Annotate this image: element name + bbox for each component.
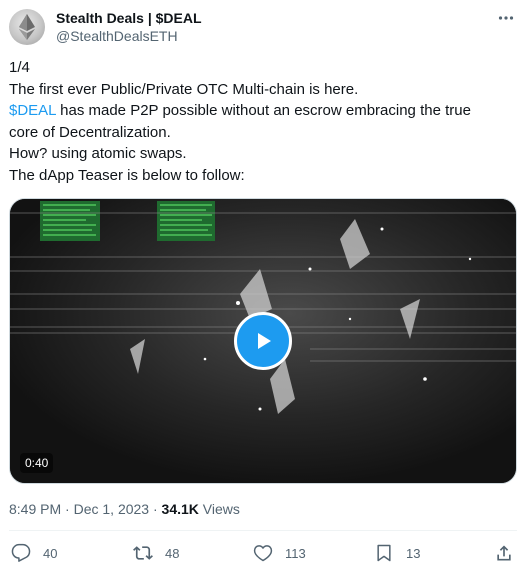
ethereum-logo-icon (19, 14, 35, 40)
reply-button[interactable]: 40 (11, 543, 57, 563)
meta-separator: · (149, 501, 162, 517)
share-button[interactable] (494, 543, 514, 563)
video-duration: 0:40 (20, 453, 54, 473)
reply-icon (11, 543, 31, 562)
repost-count: 48 (165, 545, 180, 561)
heart-icon (253, 545, 273, 562)
tweet-line: The dApp Teaser is below to follow: (9, 166, 245, 184)
bookmark-icon (377, 544, 391, 562)
like-count: 113 (285, 545, 306, 561)
like-button[interactable]: 113 (253, 543, 306, 563)
video-player[interactable]: 0:40 (9, 198, 517, 484)
author-display-name[interactable]: Stealth Deals | $DEAL (56, 10, 202, 27)
author-handle[interactable]: @StealthDealsETH (56, 28, 178, 45)
repost-icon (133, 546, 153, 560)
bookmark-button[interactable]: 13 (374, 543, 420, 563)
tweet-text: 1/4 The first ever Public/Private OTC Mu… (9, 57, 514, 186)
views-label: Views (198, 501, 240, 517)
tweet-date[interactable]: Dec 1, 2023 (74, 501, 150, 517)
views-count: 34.1K (161, 501, 199, 517)
meta-separator: · (61, 501, 74, 517)
tweet-line: $DEAL has made P2P possible without an e… (9, 100, 514, 122)
more-options-icon[interactable] (495, 8, 517, 28)
action-bar: 40 48 113 13 (0, 540, 527, 570)
tweet-line-text: has made P2P possible without an escrow … (55, 102, 471, 119)
play-button[interactable] (234, 312, 292, 370)
cashtag-link[interactable]: $DEAL (9, 102, 56, 119)
avatar[interactable] (9, 9, 45, 45)
divider (9, 530, 517, 531)
bookmark-count: 13 (406, 545, 421, 561)
play-icon (258, 333, 271, 349)
tweet-line: 1/4 (9, 59, 30, 76)
reply-count: 40 (43, 545, 58, 561)
tweet-time[interactable]: 8:49 PM (9, 501, 61, 517)
tweet-meta: 8:49 PM · Dec 1, 2023 · 34.1K Views (9, 500, 240, 518)
share-icon (497, 545, 511, 561)
tweet-line: The first ever Public/Private OTC Multi-… (9, 80, 359, 98)
tweet-line: core of Decentralization. (9, 123, 171, 141)
tweet-line: How? using atomic swaps. (9, 145, 187, 162)
repost-button[interactable]: 48 (133, 543, 179, 563)
